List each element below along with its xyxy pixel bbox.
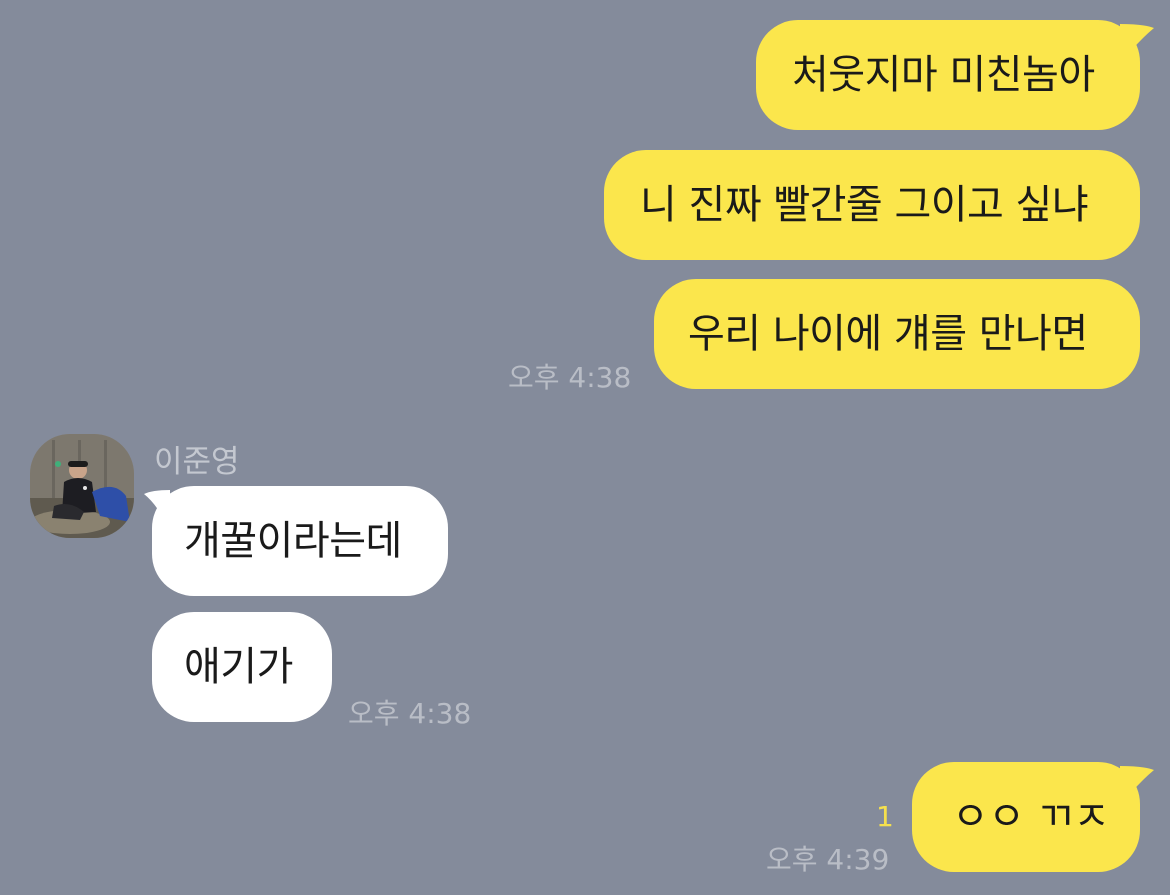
outgoing-bubble-tail bbox=[1120, 766, 1154, 794]
sender-name: 이준영 bbox=[154, 444, 240, 480]
message-text: ㅇㅇ ㄲㅈ bbox=[952, 794, 1110, 840]
unread-count-badge: 1 bbox=[876, 800, 894, 833]
outgoing-message-bubble[interactable]: 우리 나이에 걔를 만나면 bbox=[654, 279, 1140, 389]
message-text: 우리 나이에 걔를 만나면 bbox=[688, 311, 1088, 357]
message-timestamp: 오후 4:39 bbox=[766, 843, 890, 876]
incoming-message-bubble[interactable]: 개꿀이라는데 bbox=[152, 486, 448, 596]
outgoing-bubble-tail bbox=[1120, 24, 1154, 52]
incoming-message-bubble[interactable]: 애기가 bbox=[152, 612, 332, 722]
message-timestamp: 오후 4:38 bbox=[508, 361, 632, 394]
outgoing-message-bubble[interactable]: 처웃지마 미친놈아 bbox=[756, 20, 1140, 130]
message-timestamp: 오후 4:38 bbox=[348, 697, 472, 730]
message-text: 개꿀이라는데 bbox=[184, 518, 402, 564]
avatar[interactable] bbox=[30, 434, 134, 538]
message-text: 니 진짜 빨간줄 그이고 싶냐 bbox=[640, 182, 1089, 228]
profile-photo bbox=[30, 434, 134, 538]
message-text: 처웃지마 미친놈아 bbox=[792, 52, 1095, 98]
outgoing-message-bubble[interactable]: ㅇㅇ ㄲㅈ bbox=[912, 762, 1140, 872]
outgoing-message-bubble[interactable]: 니 진짜 빨간줄 그이고 싶냐 bbox=[604, 150, 1140, 260]
message-text: 애기가 bbox=[184, 644, 293, 690]
